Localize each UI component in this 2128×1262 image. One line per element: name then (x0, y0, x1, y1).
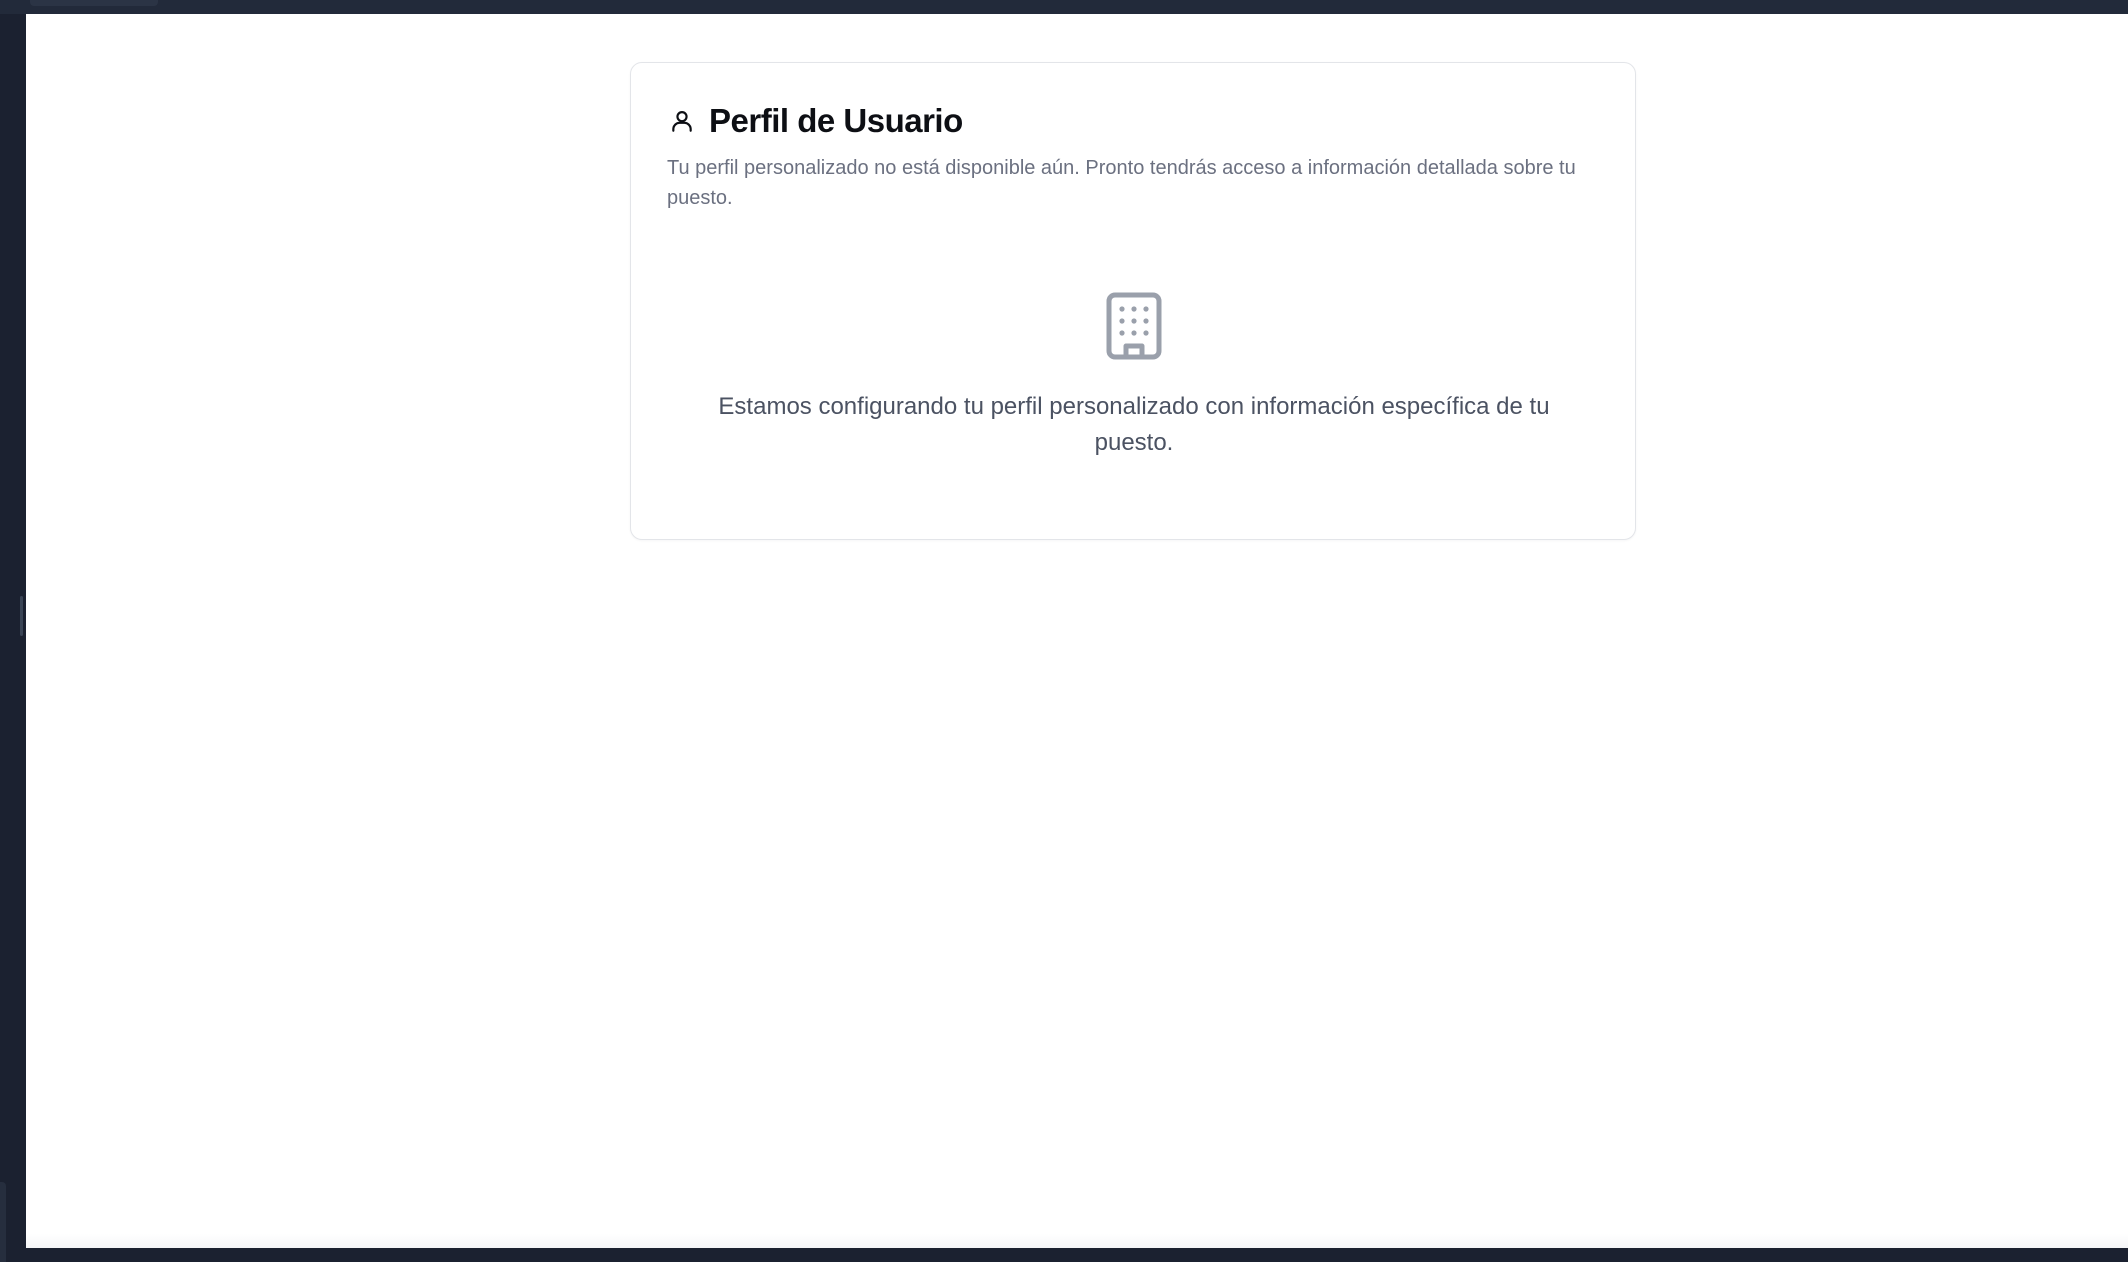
user-profile-card: Perfil de Usuario Tu perfil personalizad… (630, 62, 1636, 540)
building-icon (1104, 291, 1164, 361)
user-icon (667, 106, 697, 136)
card-header: Perfil de Usuario Tu perfil personalizad… (667, 99, 1601, 213)
card-description: Tu perfil personalizado no está disponib… (667, 157, 1576, 209)
sidebar-footer-edge (0, 1182, 6, 1262)
page-title: Perfil de Usuario (709, 102, 963, 139)
window-top-bar (0, 0, 2128, 15)
main-content: Perfil de Usuario Tu perfil personalizad… (26, 14, 2128, 1248)
top-bar-tab[interactable] (30, 0, 158, 6)
empty-state-message: Estamos configurando tu perfil personali… (718, 393, 1550, 456)
empty-state: Estamos configurando tu perfil personali… (667, 291, 1601, 461)
left-sidebar-rail (0, 14, 26, 1262)
card-title-row: Perfil de Usuario (667, 99, 1601, 143)
sidebar-resize-handle[interactable] (20, 596, 23, 636)
